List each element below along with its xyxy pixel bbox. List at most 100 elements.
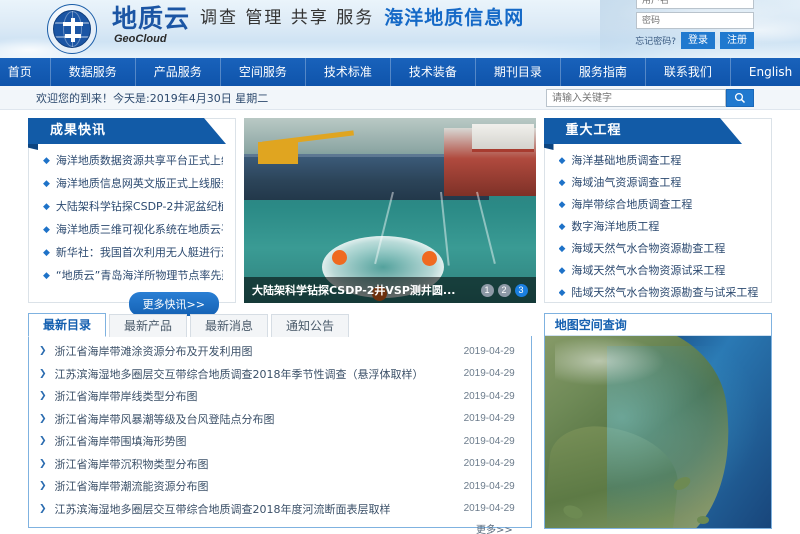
carousel-dot-1[interactable]: 1 [480,283,494,297]
register-button[interactable]: 注册 [720,32,754,49]
project-item[interactable]: ◆ 海域天然气水合物资源勘查工程 [559,242,760,256]
search-button[interactable] [726,89,754,107]
project-item[interactable]: ◆ 陆域天然气水合物资源勘查与试采工程 [559,286,760,300]
project-item[interactable]: ◆ 海岸带综合地质调查工程 [559,198,760,212]
diamond-bullet-icon: ◆ [43,202,50,212]
diamond-bullet-icon: ◆ [43,156,50,166]
chevron-right-icon: ❯ [39,368,47,379]
projects-panel: 重大工程 ◆ 海洋基础地质调查工程 ◆ 海域油气资源调查工程 ◆ 海岸带综合地质… [543,118,772,303]
table-row[interactable]: ❯ 浙江省海岸带潮流能资源分布图 2019-04-29 [39,475,519,498]
catalog-item-title[interactable]: 浙江省海岸带风暴潮等级及台风登陆点分布图 [55,411,464,427]
news-panel-header: 成果快讯 [28,118,226,150]
search-input[interactable] [546,89,726,107]
project-item[interactable]: ◆ 海域油气资源调查工程 [559,176,760,190]
more-catalog-link[interactable]: 更多>> [476,521,513,534]
forgot-password-link[interactable]: 忘记密码? [635,34,676,47]
diamond-bullet-icon: ◆ [43,225,50,235]
chevron-right-icon: ❯ [39,503,47,514]
hammer-head-top [63,22,83,26]
page-root: 地质云 GeoCloud 调查 管理 共享 服务 海洋地质信息网 忘记密码? 登… [0,0,800,534]
password-input[interactable] [636,12,754,29]
nav-item-english[interactable]: English [731,58,800,86]
project-item[interactable]: ◆ 海洋基础地质调查工程 [559,154,760,168]
login-button[interactable]: 登录 [681,32,715,49]
news-item-label: 海洋地质三维可视化系统在地质云平台... [55,223,223,236]
news-list: ◆ 海洋地质数据资源共享平台正式上线运行 ◆ 海洋地质信息网英文版正式上线服务 … [29,144,235,324]
brand-name-cn: 地质云 [112,4,191,33]
news-item[interactable]: ◆ 海洋地质信息网英文版正式上线服务 [43,177,223,191]
projects-panel-title: 重大工程 [565,123,622,138]
carousel-dot-3[interactable]: 3 [514,283,528,297]
news-item-label: 海洋地质数据资源共享平台正式上线运行 [55,154,223,167]
hammer-head-bottom [65,34,81,38]
table-row[interactable]: ❯ 浙江省海岸带滩涂资源分布及开发利用图 2019-04-29 [39,340,519,363]
nav-item-home[interactable]: 首页 [0,58,51,86]
table-row[interactable]: ❯ 浙江省海岸带风暴潮等级及台风登陆点分布图 2019-04-29 [39,408,519,431]
globe-icon [53,10,91,48]
map-panel-title: 地图空间查询 [544,314,771,336]
diamond-bullet-icon: ◆ [43,248,50,258]
table-row[interactable]: ❯ 江苏滨海湿地多圈层交互带综合地质调查2018年季节性调查（悬浮体取样） 20… [39,363,519,386]
chevron-right-icon: ❯ [39,481,47,492]
table-row[interactable]: ❯ 浙江省海岸带岸线类型分布图 2019-04-29 [39,385,519,408]
catalog-item-title[interactable]: 江苏滨海湿地多圈层交互带综合地质调查2018年季节性调查（悬浮体取样） [55,366,464,382]
catalog-item-title[interactable]: 江苏滨海湿地多圈层交互带综合地质调查2018年度河流断面表层取样 [55,501,464,517]
diamond-bullet-icon: ◆ [558,200,566,210]
catalog-item-date: 2019-04-29 [463,390,515,402]
table-row[interactable]: ❯ 浙江省海岸带围填海形势图 2019-04-29 [39,430,519,453]
projects-list: ◆ 海洋基础地质调查工程 ◆ 海域油气资源调查工程 ◆ 海岸带综合地质调查工程 … [545,144,772,316]
project-item[interactable]: ◆ 海域天然气水合物资源试采工程 [559,264,760,278]
news-item-label: 海洋地质信息网英文版正式上线服务 [55,177,223,190]
catalog-item-date: 2019-04-29 [463,503,515,515]
chevron-right-icon: ❯ [39,458,47,469]
nav-item-product[interactable]: 产品服务 [136,58,221,86]
chevron-right-icon: ❯ [39,391,47,402]
news-item-label: “地质云”青岛海洋所物理节点率先建... [55,269,223,282]
catalog-list: ❯ 浙江省海岸带滩涂资源分布及开发利用图 2019-04-29 ❯ 江苏滨海湿地… [28,336,532,534]
tab-latest-product[interactable]: 最新产品 [109,314,188,337]
site-logo[interactable] [44,2,100,56]
news-item[interactable]: ◆ 海洋地质三维可视化系统在地质云平台... [43,223,223,237]
satellite-map-image[interactable] [544,336,771,528]
catalog-item-date: 2019-04-29 [463,345,515,357]
tab-latest-news[interactable]: 最新消息 [190,314,269,337]
tab-announcements[interactable]: 通知公告 [271,314,350,337]
brand-block[interactable]: 地质云 GeoCloud 调查 管理 共享 服务 海洋地质信息网 [112,4,524,45]
table-row[interactable]: ❯ 浙江省海岸带沉积物类型分布图 2019-04-29 [39,453,519,476]
nav-item-equipment[interactable]: 技术装备 [391,58,476,86]
catalog-item-title[interactable]: 浙江省海岸带岸线类型分布图 [55,388,464,404]
catalog-item-title[interactable]: 浙江省海岸带围填海形势图 [55,433,464,449]
carousel-crane-body [258,142,298,164]
news-item[interactable]: ◆ 大陆架科学钻探CSDP-2井泥盆纪植物... [43,200,223,214]
nav-item-contact[interactable]: 联系我们 [646,58,731,86]
site-header: 地质云 GeoCloud 调查 管理 共享 服务 海洋地质信息网 忘记密码? 登… [0,0,800,58]
catalog-item-date: 2019-04-29 [463,368,515,380]
catalog-item-title[interactable]: 浙江省海岸带滩涂资源分布及开发利用图 [55,343,464,359]
nav-item-standard[interactable]: 技术标准 [306,58,391,86]
carousel-indicators: 1 2 3 [480,283,528,297]
chevron-right-icon: ❯ [39,436,47,447]
news-item[interactable]: ◆ “地质云”青岛海洋所物理节点率先建... [43,269,223,283]
map-panel: 地图空间查询 [543,313,772,529]
project-item[interactable]: ◆ 数字海洋地质工程 [559,220,760,234]
image-carousel[interactable]: 大陆架科学钻探CSDP-2井VSP测井圆... 1 2 3 [244,118,536,303]
diamond-bullet-icon: ◆ [558,266,566,276]
news-item[interactable]: ◆ 海洋地质数据资源共享平台正式上线运行 [43,154,223,168]
news-item[interactable]: ◆ 新华社：我国首次利用无人艇进行海岸... [43,246,223,260]
username-input[interactable] [636,0,754,9]
welcome-bar: 欢迎您的到来！今天是:2019年4月30日 星期二 [0,86,800,110]
nav-item-journal[interactable]: 期刊目录 [476,58,561,86]
chevron-right-icon: ❯ [39,346,47,357]
carousel-buoy [422,251,437,266]
tab-latest-catalog[interactable]: 最新目录 [28,313,107,337]
diamond-bullet-icon: ◆ [558,178,566,188]
map-cloud-cover [554,336,665,386]
nav-item-spatial[interactable]: 空间服务 [221,58,306,86]
catalog-item-title[interactable]: 浙江省海岸带潮流能资源分布图 [55,478,464,494]
nav-item-guide[interactable]: 服务指南 [561,58,646,86]
table-row[interactable]: ❯ 江苏滨海湿地多圈层交互带综合地质调查2018年度河流断面表层取样 2019-… [39,498,519,521]
username-row [604,0,754,9]
catalog-item-title[interactable]: 浙江省海岸带沉积物类型分布图 [55,456,464,472]
carousel-dot-2[interactable]: 2 [497,283,511,297]
nav-item-data[interactable]: 数据服务 [51,58,136,86]
